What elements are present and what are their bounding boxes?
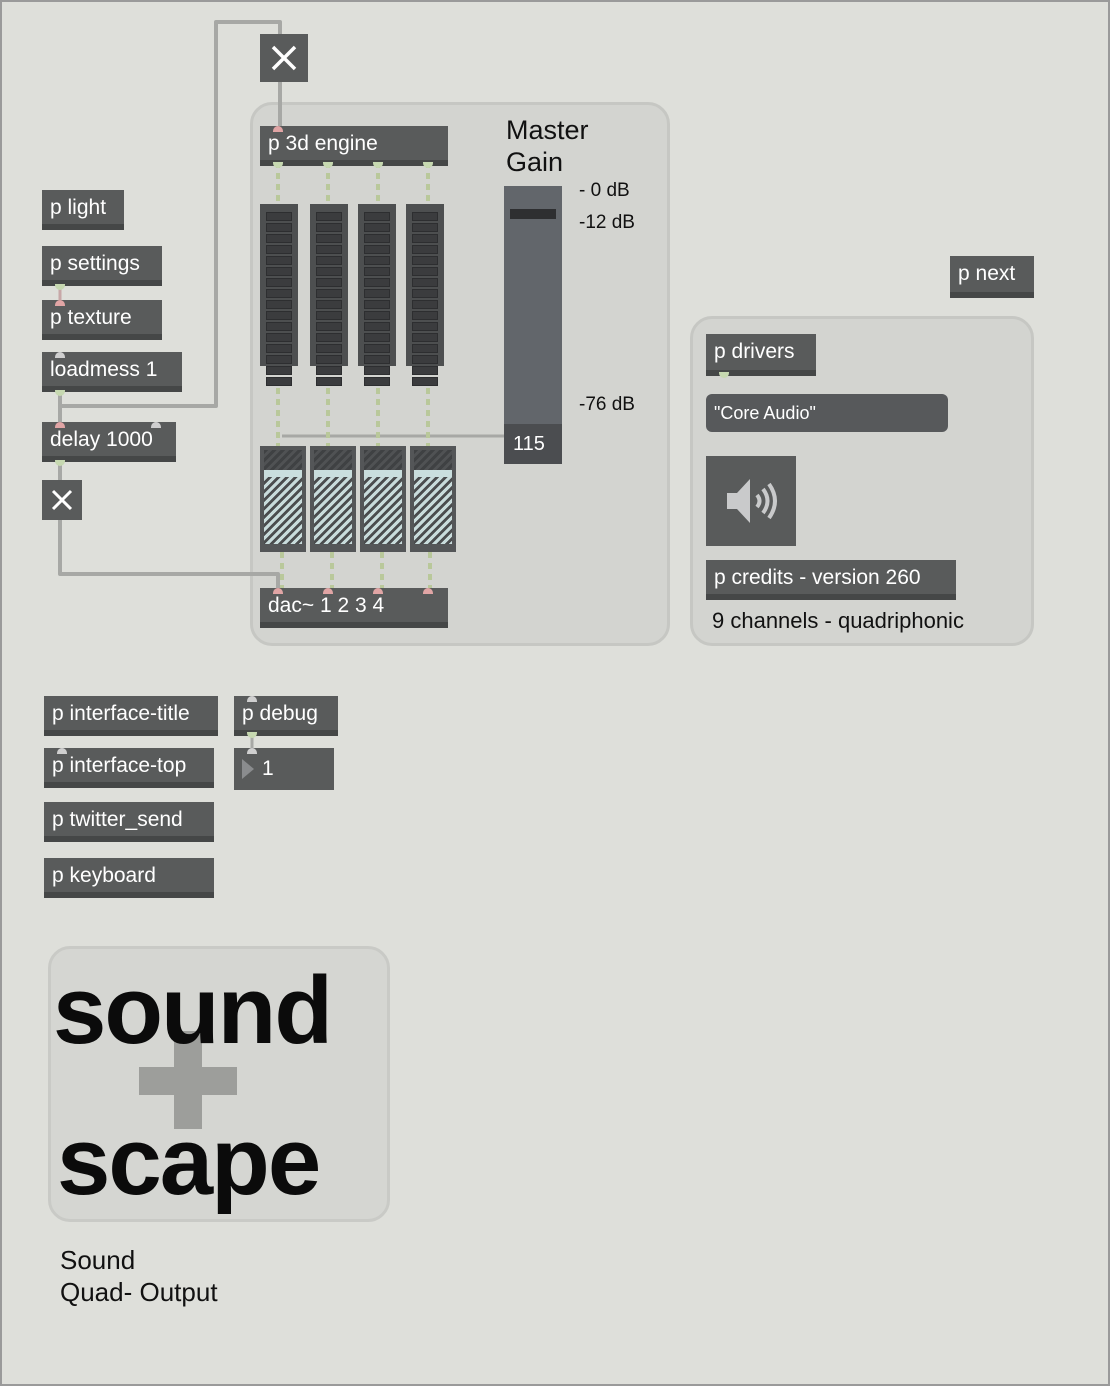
p-next-object[interactable]: p next [950,256,1034,298]
outlet[interactable] [55,284,65,290]
p-debug-object[interactable]: p debug [234,696,338,736]
inlet[interactable] [57,748,67,754]
scale-12db: -12 dB [579,212,635,233]
p-settings-object[interactable]: p settings [42,246,162,286]
outlet[interactable] [55,460,65,466]
level-meter-3 [358,204,396,386]
channel-fader-3[interactable] [360,446,406,552]
patch-caption: Sound Quad- Output [60,1244,218,1308]
logo-word-sound: sound [53,957,333,1064]
channels-comment: 9 channels - quadriphonic [712,608,964,633]
p-keyboard-object[interactable]: p keyboard [44,858,214,898]
loadmess-object[interactable]: loadmess 1 [42,352,182,392]
level-meter-4 [406,204,444,386]
master-gain-slider[interactable]: 115 [504,186,562,464]
x-icon [271,45,297,71]
inlet[interactable] [55,300,65,306]
p-drivers-object[interactable]: p drivers [706,334,816,376]
speaker-icon [727,479,777,523]
p-twitter-send-object[interactable]: p twitter_send [44,802,214,842]
delay-object[interactable]: delay 1000 [42,422,176,462]
p-credits-object[interactable]: p credits - version 260 [706,560,956,600]
p-texture-object[interactable]: p texture [42,300,162,340]
3d-engine-object[interactable]: p 3d engine [260,126,448,166]
channel-fader-4[interactable] [410,446,456,552]
inlet[interactable] [55,352,65,358]
debug-number-box[interactable]: 1 [234,748,334,790]
driver-menu[interactable]: "Core Audio" [706,394,948,432]
master-gain-title-line2: Gain [506,147,564,177]
p-light-object[interactable]: p light [42,190,124,230]
inlet[interactable] [273,126,283,132]
level-meter-1 [260,204,298,386]
scale-76db: -76 dB [579,394,635,415]
master-gain-title-line1: Master [506,115,589,145]
logo-word-scape: scape [57,1108,321,1215]
ezdac-button[interactable] [706,456,796,546]
inlet[interactable] [323,588,333,594]
inlet[interactable] [273,588,283,594]
inlet[interactable] [247,748,257,754]
level-meter-2 [310,204,348,386]
p-interface-top-object[interactable]: p interface-top [44,748,214,788]
master-gain-handle[interactable] [510,209,556,219]
soundscape-logo: sound scape [48,946,390,1222]
scale-0db: - 0 dB [579,180,630,201]
caption-line1: Sound [60,1245,136,1275]
outlet[interactable] [55,390,65,396]
p-interface-title-object[interactable]: p interface-title [44,696,218,736]
master-gain-value[interactable]: 115 [504,424,562,464]
master-gain-title: Master Gain [506,114,589,178]
caption-line2: Quad- Output [60,1277,218,1307]
inlet[interactable] [247,696,257,702]
delay-toggle[interactable] [42,480,82,520]
debug-number-value: 1 [262,757,274,780]
patcher-canvas[interactable]: p light p settings p texture loadmess 1 … [0,0,1110,1386]
channel-fader-2[interactable] [310,446,356,552]
inlet[interactable] [55,422,65,428]
inlet[interactable] [423,588,433,594]
x-icon [51,489,73,511]
outlet[interactable] [247,732,257,738]
inlet[interactable] [373,588,383,594]
engine-toggle[interactable] [260,34,308,82]
inlet[interactable] [151,422,161,428]
channel-fader-1[interactable] [260,446,306,552]
number-arrow-icon [242,759,254,779]
dac-object[interactable]: dac~ 1 2 3 4 [260,588,448,628]
